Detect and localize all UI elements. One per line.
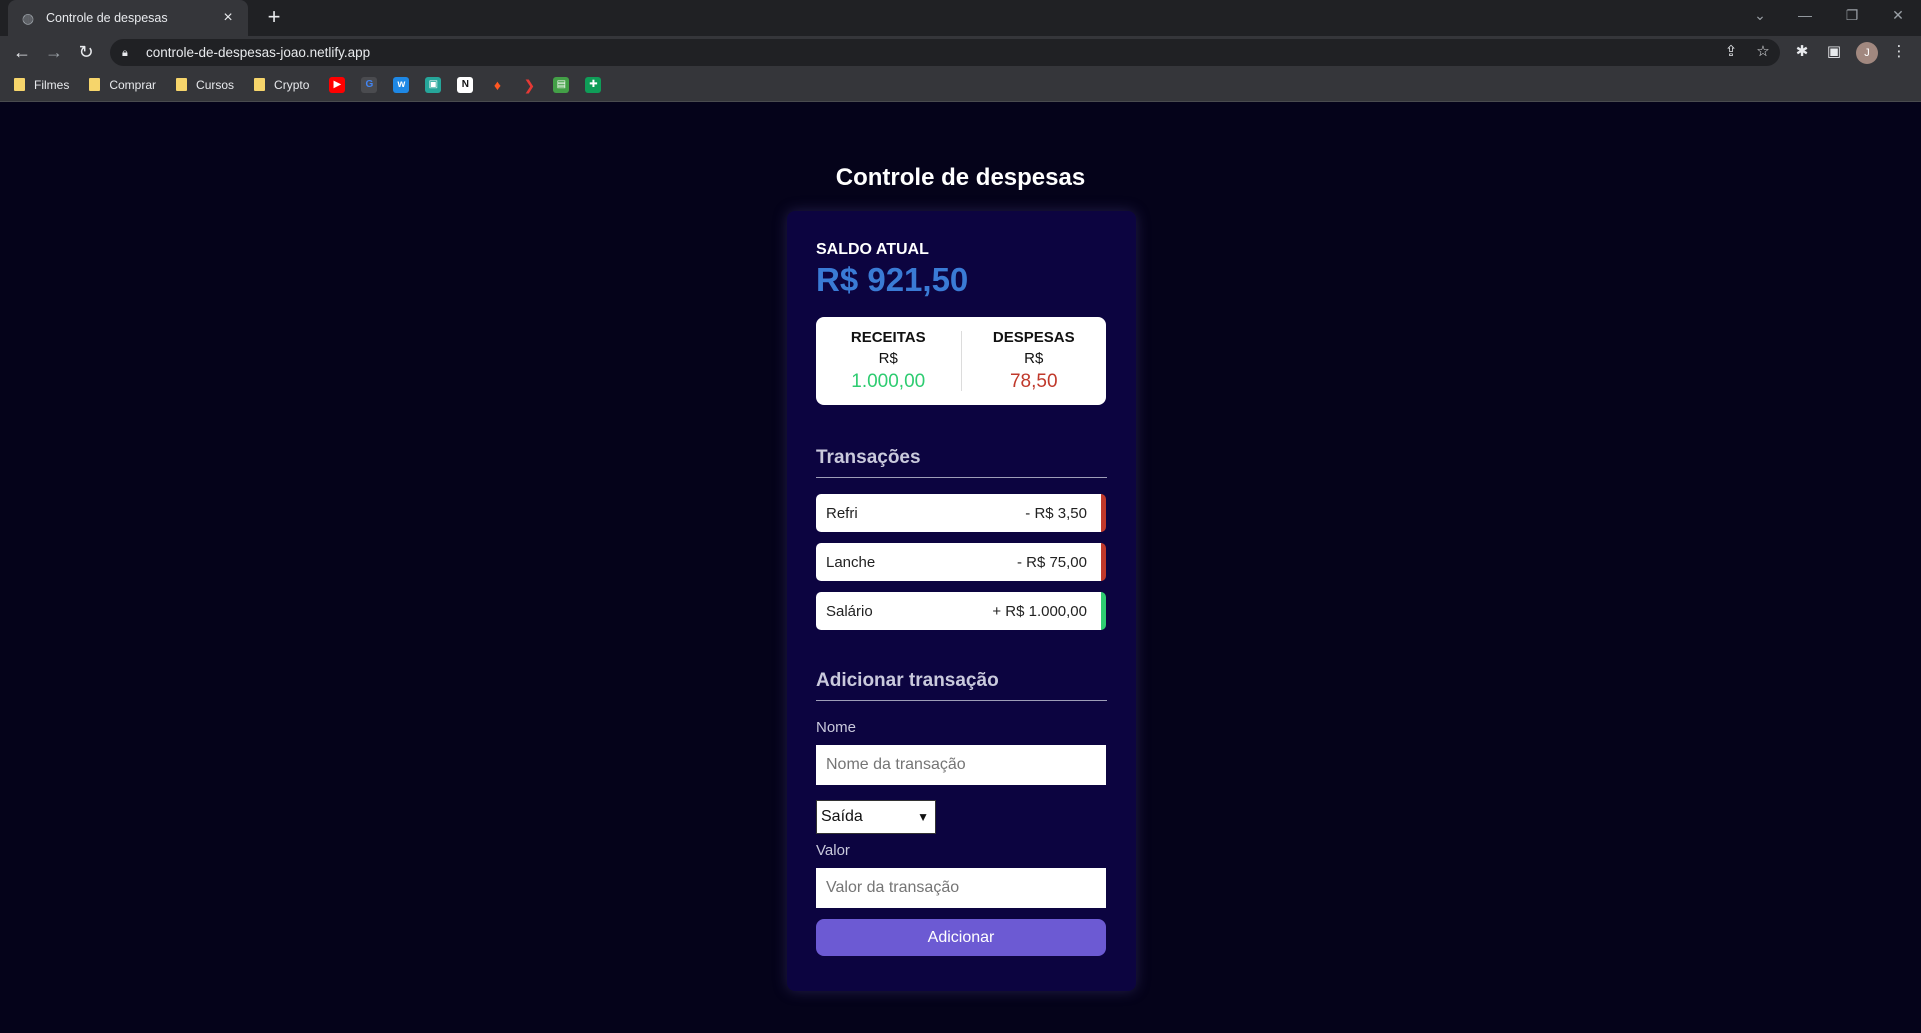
bookmarks-bar: Filmes Comprar Cursos Crypto ▶ G w ▣ N ♦… [0,68,1921,102]
folder-icon [254,78,266,91]
close-tab-icon[interactable]: × [220,10,236,26]
balance-value: R$ 921,50 [816,261,969,298]
transaction-amount: - R$ 75,00 [1016,553,1087,571]
add-transaction-button[interactable]: Adicionar [816,919,1106,956]
transaction-item[interactable]: Salário + R$ 1.000,00 [816,592,1106,630]
transaction-name: Lanche [826,553,876,571]
window-close-icon[interactable]: ✕ [1878,4,1918,26]
url-text: controle-de-despesas-joao.netlify.app [146,45,371,60]
youtube-icon[interactable]: ▶ [329,76,346,93]
expense-currency: R$ [1024,350,1044,367]
transaction-value-input[interactable] [816,868,1106,908]
bookmark-label: Crypto [274,77,310,92]
folder-icon [89,78,101,91]
notion-icon[interactable]: N [457,76,474,93]
bookmark-label: Cursos [196,77,235,92]
name-label: Nome [816,719,857,736]
select-value: Saída [821,808,863,825]
income-value: 1.000,00 [851,371,926,392]
transaction-name: Salário [826,602,873,620]
sheets-icon[interactable]: ✚ [585,76,602,93]
transaction-item[interactable]: Refri - R$ 3,50 [816,494,1106,532]
bookmark-folder-comprar[interactable]: Comprar [89,78,156,92]
bookmark-folder-crypto[interactable]: Crypto [254,78,309,92]
minimize-icon[interactable]: — [1785,4,1825,26]
new-tab-icon[interactable]: + [262,6,286,30]
menu-kebab-icon[interactable]: ⋮ [1888,41,1910,63]
restore-icon[interactable]: ❐ [1832,4,1872,26]
lock-icon: 🔒︎ [122,46,128,59]
summary-box: RECEITAS R$ 1.000,00 DESPESAS R$ 78,50 [816,317,1106,405]
back-icon[interactable]: ← [10,40,34,64]
browser-chrome: ◍ Controle de despesas × + ⌄ — ❐ ✕ ← → ↻… [0,0,1921,102]
transactions-list: Refri - R$ 3,50 Lanche - R$ 75,00 Salári… [816,494,1107,630]
browser-toolbar: ← → ↻ 🔒︎ controle-de-despesas-joao.netli… [0,36,1921,68]
income-label: RECEITAS [850,329,926,346]
bookmark-star-icon[interactable]: ☆ [1752,41,1774,63]
transaction-name: Refri [826,504,858,522]
add-transaction-title: Adicionar transação [816,670,1107,701]
income-summary: RECEITAS R$ 1.000,00 [816,329,961,393]
side-panel-icon[interactable]: ▣ [1823,41,1845,63]
income-currency: R$ [878,350,898,367]
app-teal-icon[interactable]: ▣ [425,76,442,93]
tinder-icon[interactable]: ♦ [489,77,505,93]
bookmark-folder-cursos[interactable]: Cursos [176,78,234,92]
address-bar[interactable]: 🔒︎ controle-de-despesas-joao.netlify.app [110,39,1780,66]
bookmark-label: Comprar [109,77,157,92]
expense-summary: DESPESAS R$ 78,50 [962,329,1107,393]
reload-icon[interactable]: ↻ [74,40,98,64]
app-w-icon[interactable]: w [393,76,410,93]
tab-search-icon[interactable]: ⌄ [1740,4,1780,26]
folder-icon [176,78,188,91]
transaction-amount: + R$ 1.000,00 [992,602,1087,620]
transactions-title: Transações [816,447,1107,478]
expense-card: SALDO ATUAL R$ 921,50 RECEITAS R$ 1.000,… [787,211,1136,991]
balance-label: SALDO ATUAL [816,241,929,258]
forward-icon[interactable]: → [42,40,66,64]
value-label: Valor [816,842,850,859]
transaction-amount: - R$ 3,50 [1025,504,1087,522]
expense-label: DESPESAS [992,329,1075,346]
bookmark-label: Filmes [34,77,70,92]
bookmark-folder-filmes[interactable]: Filmes [14,78,69,92]
arrow-app-icon[interactable]: ❯ [521,77,537,93]
transaction-item[interactable]: Lanche - R$ 75,00 [816,543,1106,581]
app-green-icon[interactable]: ▤ [553,76,570,93]
transaction-name-input[interactable] [816,745,1106,785]
expense-value: 78,50 [1009,371,1058,392]
chevron-down-icon: ▼ [917,810,929,824]
transaction-type-select[interactable]: Saída ▼ [816,800,936,834]
page-title: Controle de despesas [835,164,1086,191]
share-icon[interactable]: ⇪ [1720,41,1742,63]
browser-tab[interactable]: ◍ Controle de despesas × [8,0,248,36]
folder-icon [14,78,25,91]
tab-strip: ◍ Controle de despesas × + ⌄ — ❐ ✕ [0,0,1921,36]
google-icon[interactable]: G [361,76,378,93]
globe-icon: ◍ [21,10,35,26]
extensions-icon[interactable]: ✱ [1791,41,1813,63]
tab-title: Controle de despesas [46,11,168,25]
profile-avatar[interactable]: J [1856,42,1878,64]
